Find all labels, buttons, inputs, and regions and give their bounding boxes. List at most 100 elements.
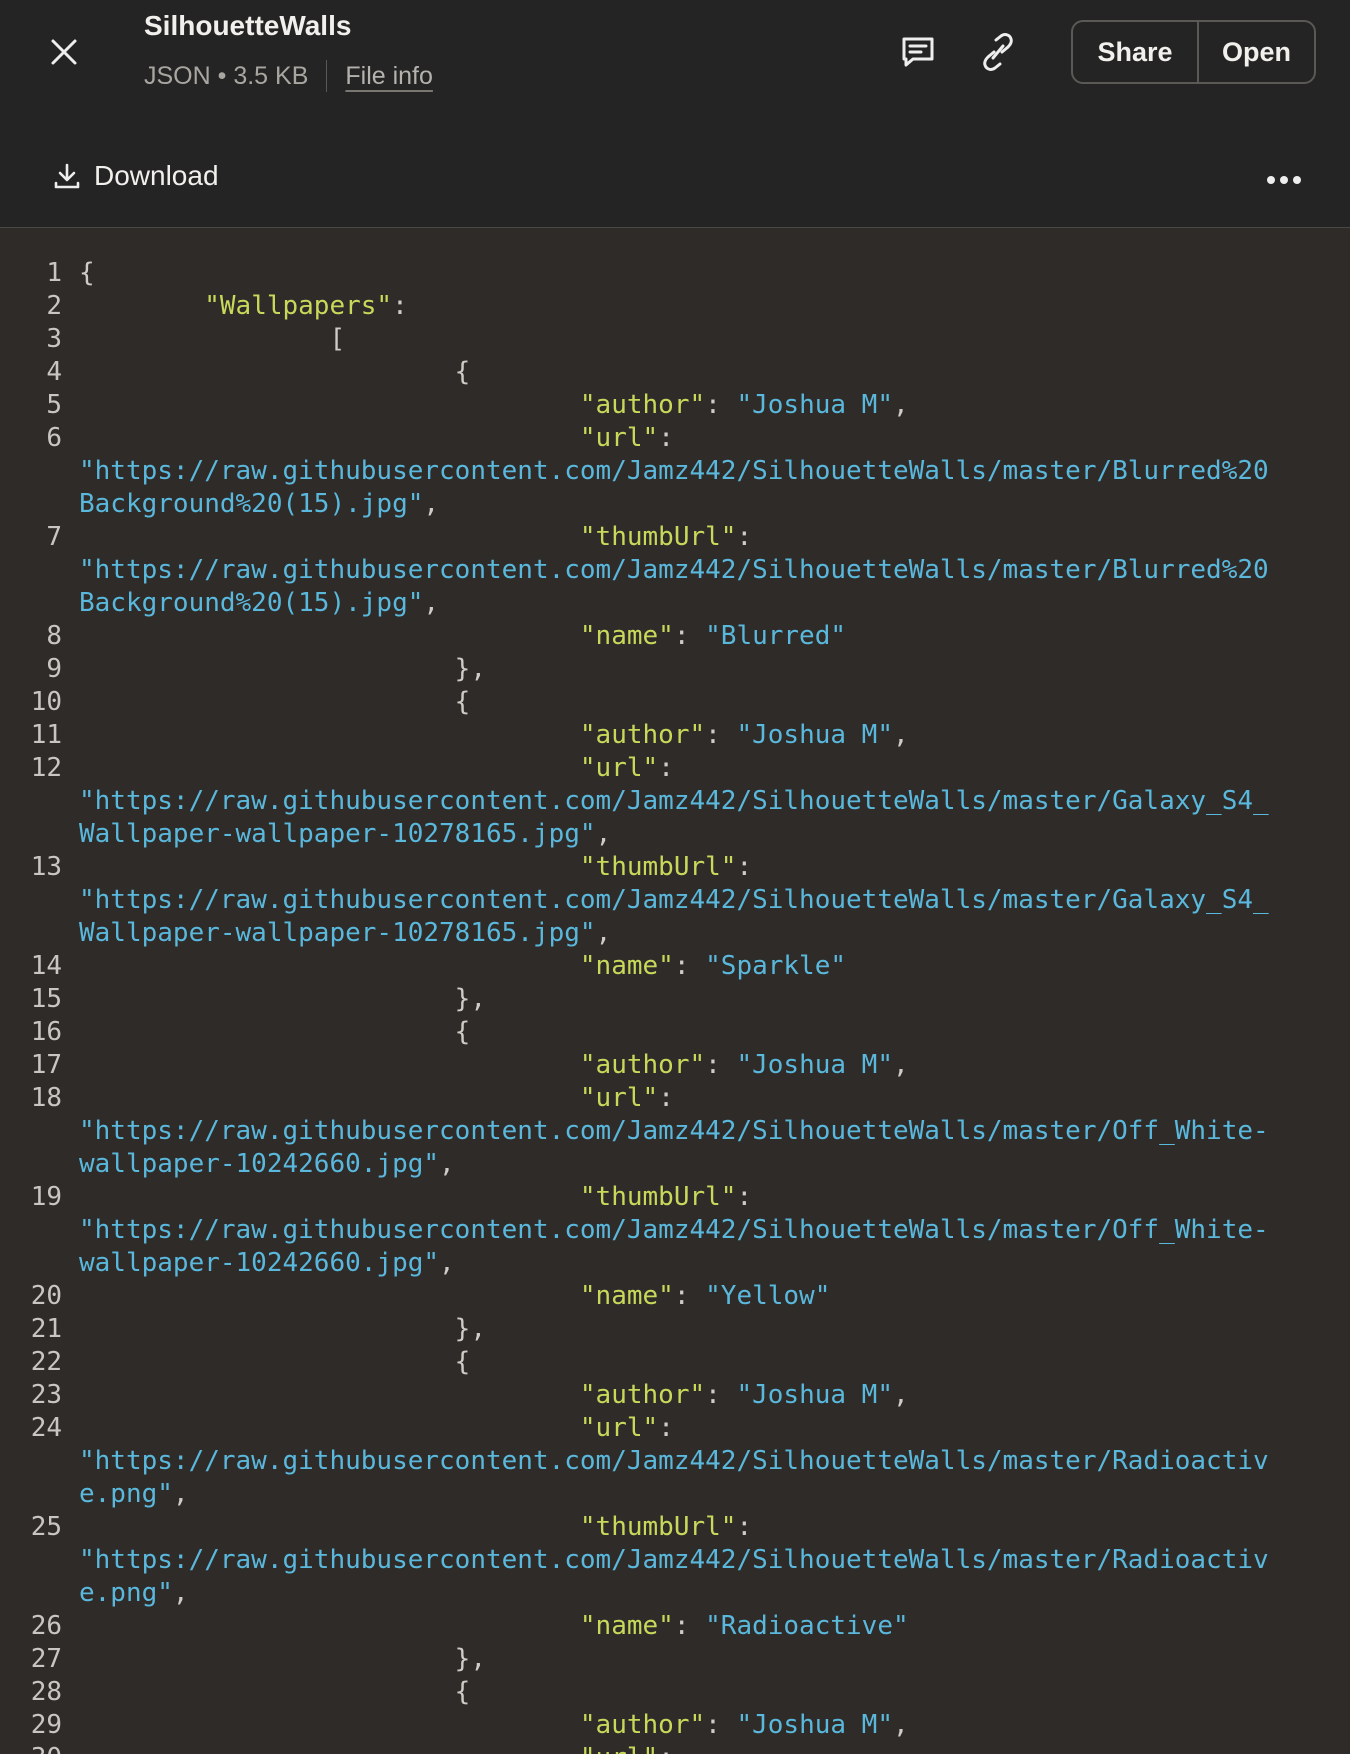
line-content: "author": "Joshua M", — [79, 719, 1339, 752]
json-punctuation: : — [736, 852, 753, 882]
code-line: 2 "Wallpapers": — [0, 290, 1350, 323]
line-number — [0, 1148, 62, 1181]
line-content: "thumbUrl": — [79, 851, 1339, 884]
line-number — [0, 1478, 62, 1511]
json-key: "thumbUrl" — [579, 852, 737, 882]
file-subtitle: JSON • 3.5 KB File info — [144, 58, 433, 94]
json-punctuation: : — [658, 1083, 674, 1113]
line-content: { — [79, 1016, 1339, 1049]
code-line: wallpaper-10242660.jpg", — [0, 1247, 1350, 1280]
code-line: 7 "thumbUrl": — [0, 521, 1350, 554]
json-punctuation — [79, 1743, 580, 1754]
code-line: 27 }, — [0, 1643, 1350, 1676]
json-punctuation: : — [658, 423, 674, 453]
line-content: "url": — [79, 752, 1339, 785]
json-punctuation: : — [658, 753, 674, 783]
json-punctuation: : — [705, 1710, 737, 1740]
json-punctuation: , — [893, 390, 909, 420]
line-number — [0, 1247, 62, 1280]
line-content: "name": "Sparkle" — [79, 950, 1339, 983]
json-punctuation: , — [172, 1578, 189, 1608]
code-viewer[interactable]: 1{2 "Wallpapers": 3 [4 {5 "author": "Josh… — [0, 229, 1350, 1754]
json-punctuation — [79, 951, 580, 981]
json-punctuation — [79, 522, 580, 552]
json-punctuation: : — [392, 291, 408, 321]
json-punctuation: { — [79, 687, 471, 717]
line-number: 13 — [30, 852, 62, 882]
json-string: e.png" — [79, 1479, 173, 1509]
json-string: "Blurred" — [705, 621, 847, 651]
code-line: 12 "url": — [0, 752, 1350, 785]
code-line: "https://raw.githubusercontent.com/Jamz4… — [0, 1115, 1350, 1148]
line-number — [0, 818, 62, 851]
json-punctuation: , — [595, 918, 612, 948]
download-button[interactable]: Download — [54, 160, 219, 192]
line-content: Background%20(15).jpg", — [79, 587, 1339, 620]
code-line: 13 "thumbUrl": — [0, 851, 1350, 884]
line-content: "name": "Blurred" — [79, 620, 1339, 653]
line-number: 21 — [30, 1314, 62, 1344]
json-punctuation — [79, 720, 580, 750]
line-number — [0, 554, 62, 587]
json-key: "thumbUrl" — [579, 522, 737, 552]
close-button[interactable] — [40, 28, 88, 76]
json-punctuation — [79, 621, 580, 651]
line-content: "author": "Joshua M", — [79, 389, 1339, 422]
line-number: 26 — [30, 1611, 62, 1641]
code-line: 16 { — [0, 1016, 1350, 1049]
more-options-button[interactable] — [1262, 160, 1306, 200]
line-number: 29 — [30, 1710, 62, 1740]
json-punctuation: , — [595, 819, 612, 849]
line-content: }, — [79, 1313, 1339, 1346]
copy-link-button[interactable] — [974, 28, 1022, 76]
line-content: wallpaper-10242660.jpg", — [79, 1247, 1339, 1280]
json-key: "name" — [579, 1281, 674, 1311]
json-key: "url" — [579, 423, 659, 453]
line-content: Wallpaper-wallpaper-10278165.jpg", — [79, 917, 1339, 950]
json-key: "thumbUrl" — [579, 1512, 737, 1542]
line-number: 15 — [30, 984, 62, 1014]
json-string: Background%20(15).jpg" — [79, 588, 424, 618]
code-line: "https://raw.githubusercontent.com/Jamz4… — [0, 1445, 1350, 1478]
line-content: "thumbUrl": — [79, 1511, 1339, 1544]
share-button[interactable]: Share — [1073, 22, 1199, 82]
json-punctuation: { — [79, 357, 471, 387]
line-number: 30 — [0, 1742, 62, 1754]
open-button[interactable]: Open — [1199, 22, 1314, 82]
code-line: 26 "name": "Radioactive" — [0, 1610, 1350, 1643]
json-punctuation: : — [658, 1743, 674, 1754]
comment-button[interactable] — [894, 28, 942, 76]
code-line: 28 { — [0, 1676, 1350, 1709]
code-line: e.png", — [0, 1478, 1350, 1511]
json-punctuation: , — [172, 1479, 189, 1509]
json-punctuation: : — [705, 1050, 737, 1080]
json-key: "author" — [579, 720, 706, 750]
code-line: 19 "thumbUrl": — [0, 1181, 1350, 1214]
json-punctuation: : — [736, 522, 753, 552]
line-content: "author": "Joshua M", — [79, 1049, 1339, 1082]
json-key: "name" — [579, 1611, 674, 1641]
json-punctuation: : — [673, 1281, 706, 1311]
line-content: }, — [79, 653, 1339, 686]
line-content: { — [79, 1676, 1339, 1709]
json-key: "author" — [579, 1050, 706, 1080]
line-number — [0, 917, 62, 950]
line-content: "url": — [79, 1412, 1339, 1445]
json-punctuation: : — [736, 1512, 753, 1542]
line-number — [0, 1445, 62, 1478]
json-punctuation — [79, 1611, 580, 1641]
json-punctuation — [79, 852, 580, 882]
json-punctuation: , — [439, 1248, 455, 1278]
code-line: wallpaper-10242660.jpg", — [0, 1148, 1350, 1181]
code-line: "https://raw.githubusercontent.com/Jamz4… — [0, 884, 1350, 917]
more-icon — [1267, 176, 1301, 184]
json-key: "name" — [579, 621, 674, 651]
file-info-link[interactable]: File info — [345, 58, 433, 94]
line-content: wallpaper-10242660.jpg", — [79, 1148, 1339, 1181]
line-content: "author": "Joshua M", — [79, 1709, 1339, 1742]
json-punctuation — [79, 1050, 580, 1080]
json-punctuation: : — [736, 1182, 753, 1212]
line-number — [0, 1544, 62, 1577]
line-number: 18 — [30, 1083, 62, 1113]
json-string: "https://raw.githubusercontent.com/Jamz4… — [79, 1116, 1269, 1146]
